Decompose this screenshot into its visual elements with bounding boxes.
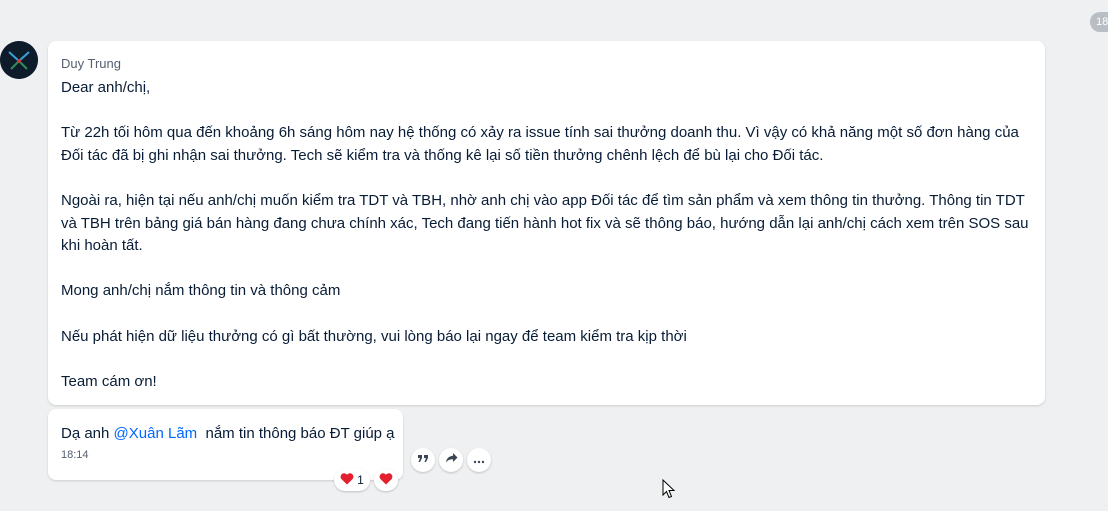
sender-name[interactable]: Duy Trung (61, 56, 1032, 72)
mention-link[interactable]: @Xuân Lãm (114, 425, 198, 442)
avatar[interactable] (0, 41, 38, 79)
quote-icon (417, 451, 429, 469)
reaction-summary[interactable]: 1 (334, 469, 370, 491)
more-icon (473, 451, 485, 469)
reply-message-text: Dạ anh @Xuân Lãm nắm tin thông báo ĐT gi… (61, 423, 395, 445)
message-text: Dear anh/chị, Từ 22h tối hôm qua đến kho… (61, 79, 1029, 390)
mouse-cursor-icon (662, 478, 676, 504)
share-button[interactable] (439, 448, 463, 472)
heart-icon (340, 472, 354, 488)
reply-prefix: Dạ anh (61, 425, 114, 442)
share-icon (445, 451, 458, 469)
quote-button[interactable] (411, 448, 435, 472)
reaction-count: 1 (357, 473, 364, 487)
react-heart-button[interactable] (374, 469, 398, 491)
message-bubble[interactable]: Duy Trung Dear anh/chị, Từ 22h tối hôm q… (48, 41, 1045, 405)
more-button[interactable] (467, 448, 491, 472)
heart-icon (379, 472, 393, 488)
message-timestamp: 18:14 (61, 449, 89, 461)
date-badge: 18 (1090, 12, 1108, 32)
reply-suffix: nắm tin thông báo ĐT giúp ạ (197, 425, 395, 442)
